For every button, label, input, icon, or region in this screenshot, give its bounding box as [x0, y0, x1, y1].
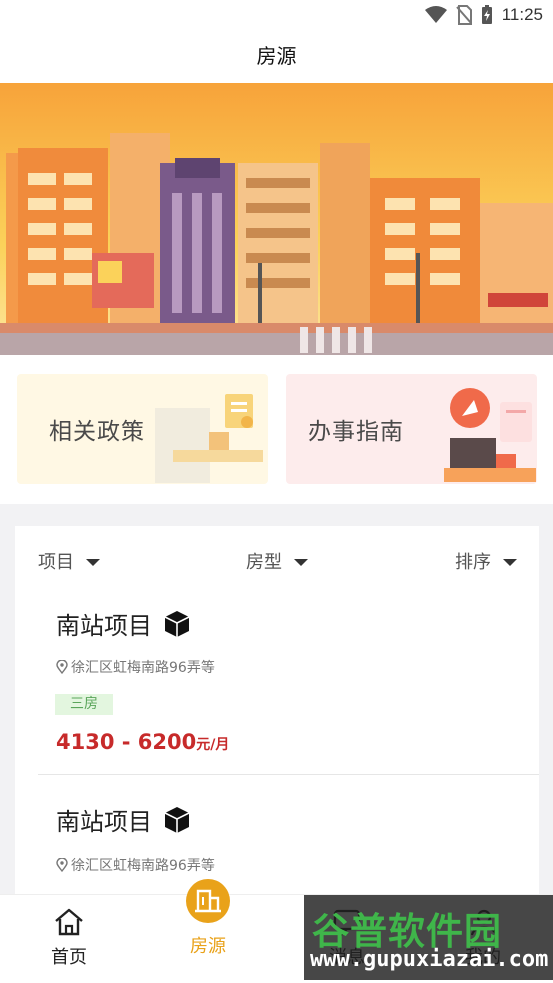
listing-divider	[38, 774, 539, 775]
listing-address-text: 徐汇区虹梅南路96弄等	[71, 858, 215, 874]
listing-title: 南站项目	[56, 606, 190, 641]
page-title: 房源	[0, 32, 553, 82]
listing-price-value: 4130 - 6200	[56, 730, 197, 754]
listing-title-text: 南站项目	[56, 612, 152, 640]
city-illustration	[0, 83, 553, 355]
listing-title: 南站项目	[56, 802, 190, 837]
listing-item[interactable]: 南站项目 徐汇区虹梅南路96弄等 三房 4130 - 6200元/月	[15, 596, 539, 776]
quick-cards: 相关政策 办事指南	[0, 356, 553, 504]
caret-down-icon	[503, 558, 517, 566]
guide-card[interactable]: 办事指南	[286, 374, 537, 484]
listing-price-unit: 元/月	[196, 737, 230, 753]
filter-room-type[interactable]: 房型	[246, 548, 308, 574]
wifi-icon	[424, 6, 447, 23]
location-pin-icon	[56, 660, 68, 674]
tab-home[interactable]: 首页	[19, 895, 119, 983]
tab-listings-label: 房源	[190, 936, 226, 957]
policy-card-label: 相关政策	[49, 419, 145, 445]
listing-title-text: 南站项目	[56, 808, 152, 836]
tab-listings[interactable]: 房源	[158, 879, 258, 983]
watermark-url: www.gupuxiazai.com	[310, 947, 549, 972]
location-pin-icon	[56, 858, 68, 872]
caret-down-icon	[294, 558, 308, 566]
cube-icon	[164, 610, 190, 637]
no-sim-icon	[455, 5, 472, 25]
tab-home-label: 首页	[51, 947, 87, 968]
battery-charging-icon	[481, 5, 492, 24]
compass-guide-icon	[444, 388, 536, 482]
listing-address: 徐汇区虹梅南路96弄等	[56, 657, 215, 677]
policy-card[interactable]: 相关政策	[17, 374, 268, 484]
filter-sort-label: 排序	[455, 552, 491, 573]
filter-project[interactable]: 项目	[38, 548, 100, 574]
filter-room-type-label: 房型	[246, 552, 282, 573]
caret-down-icon	[86, 558, 100, 566]
listing-item[interactable]: 南站项目 徐汇区虹梅南路96弄等	[15, 792, 539, 896]
guide-card-label: 办事指南	[308, 419, 404, 445]
filter-sort[interactable]: 排序	[455, 548, 517, 574]
listing-section: 项目 房型 排序 南站项目 徐汇区虹梅南路96弄等 三房 4130 - 6200…	[0, 526, 553, 896]
certificate-doc-icon	[155, 394, 263, 483]
listing-panel: 项目 房型 排序 南站项目 徐汇区虹梅南路96弄等 三房 4130 - 6200…	[15, 526, 539, 896]
listing-address-text: 徐汇区虹梅南路96弄等	[71, 660, 215, 676]
listing-price: 4130 - 6200元/月	[56, 730, 229, 754]
status-icons: 11:25	[424, 5, 543, 25]
section-gap	[0, 504, 553, 526]
status-time: 11:25	[501, 5, 543, 24]
home-icon	[55, 908, 83, 936]
filter-project-label: 项目	[38, 552, 74, 573]
cube-icon	[164, 806, 190, 833]
banner-image[interactable]	[0, 83, 553, 355]
building-icon	[186, 879, 230, 923]
listing-address: 徐汇区虹梅南路96弄等	[56, 855, 215, 875]
status-bar: 11:25	[0, 0, 553, 32]
room-type-tag: 三房	[55, 694, 113, 715]
filter-bar: 项目 房型 排序	[15, 540, 539, 580]
watermark-overlay: 谷普软件园 www.gupuxiazai.com	[304, 895, 553, 980]
